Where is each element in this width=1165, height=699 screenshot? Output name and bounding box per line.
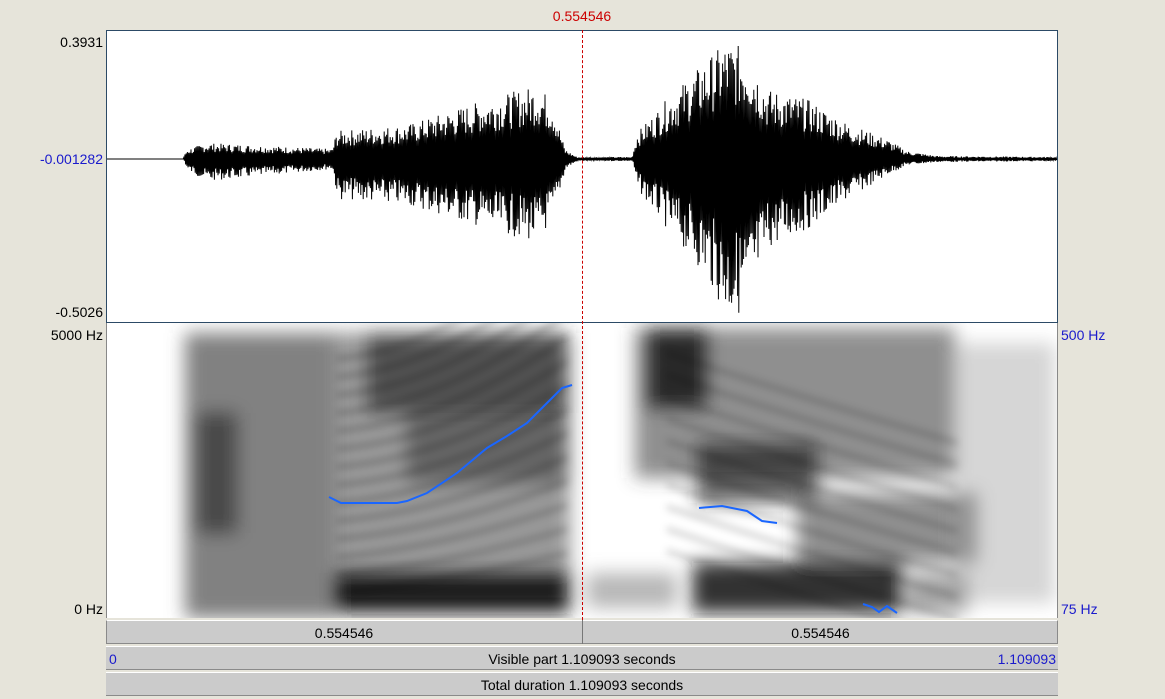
cursor-time-readout: 0.554546 bbox=[552, 8, 612, 24]
visible-part-label: Visible part 1.109093 seconds bbox=[488, 651, 676, 667]
visible-end-time: 1.109093 bbox=[997, 651, 1056, 667]
selection-left-duration: 0.554546 bbox=[314, 625, 374, 641]
pitch-top-label: 500 Hz bbox=[1061, 327, 1106, 343]
spectrogram-energy bbox=[185, 328, 1055, 618]
spectrogram-bottom-freq-label: 0 Hz bbox=[74, 601, 103, 617]
waveform-zero-label: -0.001282 bbox=[39, 151, 103, 167]
cursor-line[interactable] bbox=[582, 30, 583, 620]
spectrogram-top-freq-label: 5000 Hz bbox=[50, 327, 103, 343]
waveform-max-label: 0.3931 bbox=[60, 34, 103, 50]
selection-right-duration: 0.554546 bbox=[791, 625, 850, 641]
pitch-bottom-label: 75 Hz bbox=[1061, 601, 1098, 617]
waveform-min-label: -0.5026 bbox=[55, 304, 103, 320]
total-duration-label: Total duration 1.109093 seconds bbox=[480, 677, 684, 693]
